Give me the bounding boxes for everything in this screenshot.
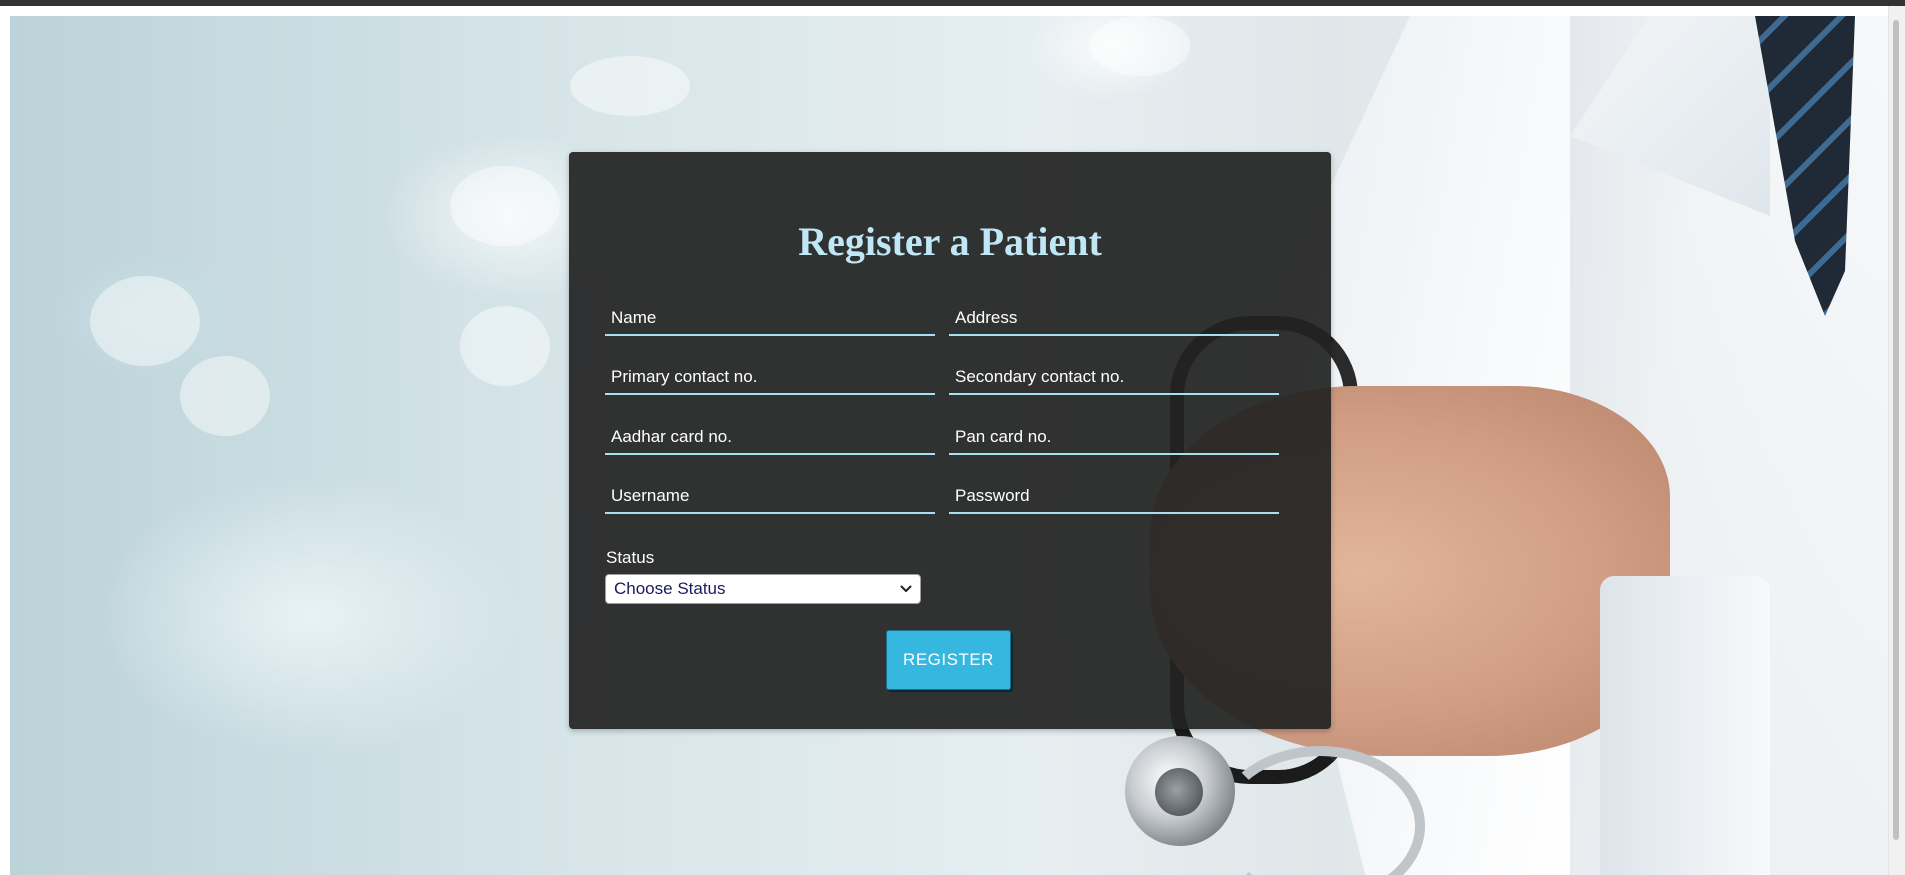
bokeh-light — [570, 56, 690, 116]
top-strip — [0, 0, 1905, 6]
status-select[interactable]: Choose Status — [605, 574, 921, 604]
password-field[interactable] — [949, 480, 1279, 514]
secondary-contact-field[interactable] — [949, 361, 1279, 395]
page-title: Register a Patient — [798, 219, 1102, 264]
register-form-card: Register a Patient Status Choose Status … — [569, 152, 1331, 729]
bokeh-light — [1090, 16, 1190, 76]
name-field[interactable] — [605, 302, 935, 336]
bokeh-light — [180, 356, 270, 436]
chevron-down-icon — [900, 585, 912, 592]
status-select-value: Choose Status — [614, 579, 726, 598]
bokeh-light — [460, 306, 550, 386]
aadhar-card-field[interactable] — [605, 421, 935, 455]
status-label: Status — [606, 548, 655, 567]
bokeh-light — [450, 166, 560, 246]
address-field[interactable] — [949, 302, 1279, 336]
bokeh-light — [90, 276, 200, 366]
coat-cuff — [1600, 576, 1770, 875]
register-button[interactable]: REGISTER — [886, 630, 1011, 690]
username-field[interactable] — [605, 480, 935, 514]
stethoscope-diaphragm — [1155, 768, 1203, 816]
page-scrollbar[interactable] — [1888, 6, 1905, 875]
scrollbar-thumb[interactable] — [1893, 20, 1899, 840]
pan-card-field[interactable] — [949, 421, 1279, 455]
primary-contact-field[interactable] — [605, 361, 935, 395]
